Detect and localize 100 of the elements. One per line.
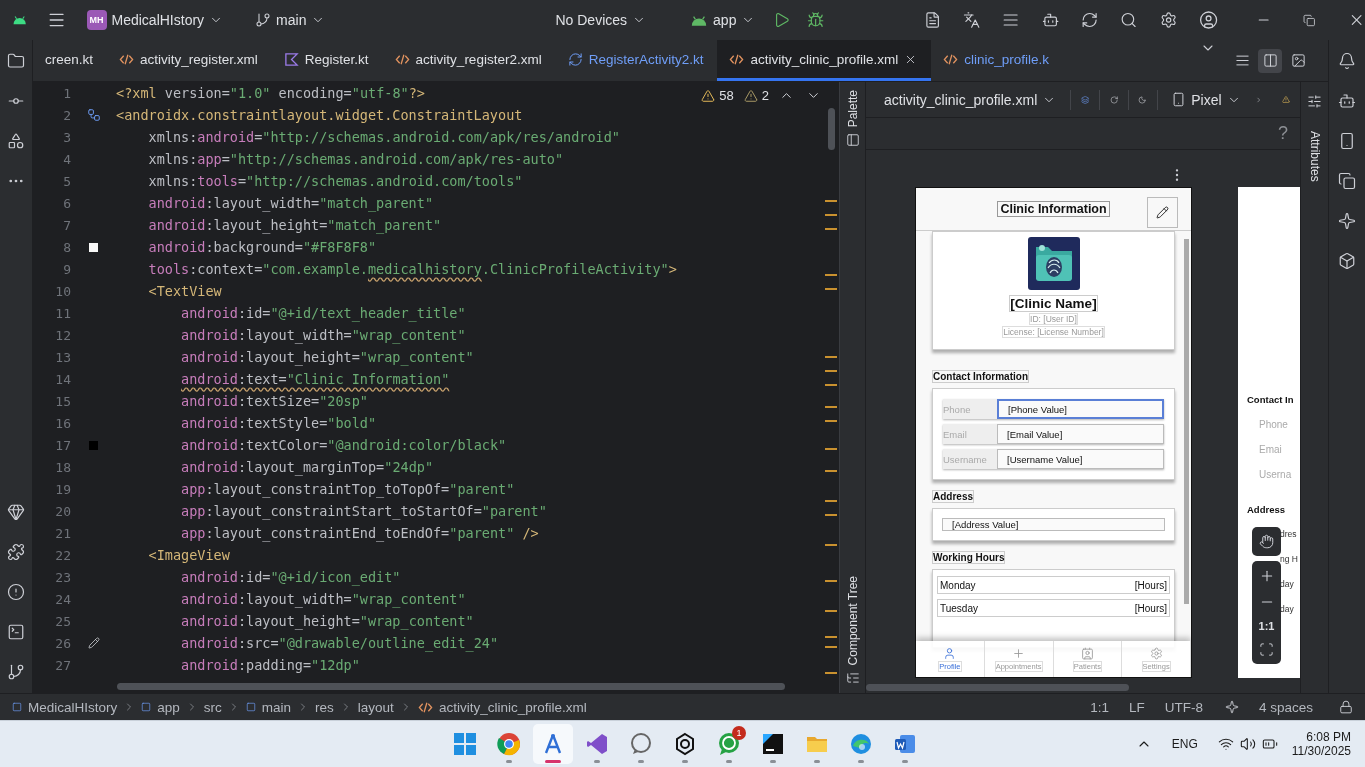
translate-icon[interactable] bbox=[963, 11, 981, 29]
line-number: 12 bbox=[54, 327, 71, 343]
view-mode-button[interactable] bbox=[1258, 48, 1282, 73]
breadcrumb[interactable]: src bbox=[203, 699, 222, 715]
run-icon[interactable] bbox=[773, 11, 791, 29]
project-selector[interactable]: MH MedicalHIstory bbox=[82, 6, 228, 34]
pencil-icon[interactable] bbox=[87, 637, 100, 649]
value-field[interactable]: [Username Value] bbox=[997, 449, 1164, 469]
sliders-icon[interactable] bbox=[1307, 94, 1322, 109]
line-number: 8 bbox=[62, 239, 71, 255]
bell-icon[interactable] bbox=[1338, 52, 1356, 70]
line-number: 27 bbox=[54, 657, 71, 673]
palette-icon bbox=[845, 133, 860, 148]
sparkle-icon[interactable] bbox=[1338, 212, 1356, 230]
class-file-icon bbox=[567, 51, 583, 67]
robot-icon[interactable] bbox=[1041, 11, 1059, 29]
zoom-reset-button[interactable]: 1:1 bbox=[1258, 620, 1275, 632]
search-icon[interactable] bbox=[1120, 11, 1138, 29]
device-selector[interactable]: Pixel bbox=[1167, 87, 1245, 112]
component-tree-tab[interactable]: Component Tree bbox=[845, 575, 860, 665]
clock[interactable]: 6:08 PM 11/30/2025 bbox=[1291, 730, 1351, 758]
day-label: Tuesday bbox=[940, 602, 978, 614]
puzzle-icon[interactable] bbox=[7, 543, 25, 561]
color-swatch[interactable] bbox=[89, 440, 98, 450]
terminal-icon[interactable] bbox=[7, 623, 25, 641]
structure-icon[interactable] bbox=[7, 132, 25, 150]
android-icon[interactable] bbox=[12, 14, 28, 26]
layout-file-selector[interactable]: activity_clinic_profile.xml bbox=[880, 87, 1061, 112]
palette-tab[interactable]: Palette bbox=[845, 90, 860, 128]
problems-icon[interactable] bbox=[7, 583, 25, 601]
code-line: android:textSize="20sp" bbox=[180, 393, 368, 409]
value-field[interactable]: [Email Value] bbox=[997, 424, 1164, 444]
restore-icon[interactable] bbox=[1303, 13, 1316, 27]
branch-selector[interactable]: main bbox=[251, 8, 330, 32]
battery-icon[interactable] bbox=[1261, 736, 1278, 752]
editor-tab[interactable]: activity_clinic_profile.xml bbox=[717, 40, 932, 81]
scrollbar-thumb[interactable] bbox=[866, 684, 1129, 691]
folder-fingerprint-icon bbox=[1027, 237, 1080, 290]
layout-class-icon[interactable] bbox=[86, 108, 101, 122]
help-button[interactable]: ? bbox=[1278, 123, 1288, 144]
taskbar-app-button[interactable]: 1 bbox=[709, 724, 749, 764]
gem-icon[interactable] bbox=[7, 503, 25, 521]
wifi-icon[interactable] bbox=[1217, 736, 1234, 752]
breadcrumb[interactable]: MedicalHIstory bbox=[28, 699, 118, 715]
field-label: Phone bbox=[943, 402, 972, 417]
device-icon[interactable] bbox=[1338, 132, 1356, 150]
folder-icon[interactable] bbox=[7, 52, 25, 70]
editor-tab[interactable]: clinic_profile.k bbox=[931, 40, 1064, 81]
breadcrumb[interactable]: res bbox=[315, 699, 334, 715]
document-icon[interactable] bbox=[923, 11, 942, 29]
device-selector[interactable]: No Devices bbox=[551, 8, 651, 32]
edit-button[interactable] bbox=[1147, 197, 1178, 228]
breadcrumb[interactable]: activity_clinic_profile.xml bbox=[438, 699, 587, 715]
lock-icon[interactable] bbox=[1339, 700, 1353, 714]
sync-icon[interactable] bbox=[1081, 11, 1099, 29]
settings-icon[interactable] bbox=[1159, 11, 1177, 29]
branch-icon[interactable] bbox=[7, 663, 25, 681]
warning-count[interactable]: 58 bbox=[719, 88, 734, 103]
editor-tab[interactable]: RegisterActivity2.kt bbox=[555, 40, 718, 81]
line-number: 1 bbox=[62, 85, 71, 101]
editor-tab[interactable]: creen.kt bbox=[33, 40, 108, 81]
day-label: Monday bbox=[940, 579, 976, 591]
cursor-position[interactable]: 1:1 bbox=[1090, 699, 1109, 715]
preview-text: Userna bbox=[1258, 468, 1292, 482]
value-field[interactable]: [Phone Value] bbox=[997, 399, 1164, 419]
section-title: Contact Information bbox=[932, 370, 1029, 383]
line-number: 19 bbox=[54, 481, 71, 497]
breadcrumb[interactable]: app bbox=[157, 699, 180, 715]
preview-text: Address bbox=[1247, 503, 1285, 517]
address-field[interactable]: [Address Value] bbox=[942, 518, 1165, 531]
breadcrumb[interactable]: layout bbox=[357, 699, 394, 715]
scrollbar-thumb[interactable] bbox=[117, 683, 785, 690]
list-icon[interactable] bbox=[1002, 11, 1020, 29]
section-title: Address bbox=[932, 490, 974, 503]
phone-preview[interactable] bbox=[915, 187, 1192, 678]
debug-icon[interactable] bbox=[806, 11, 824, 29]
indent-setting[interactable]: 4 spaces bbox=[1258, 699, 1313, 715]
user-id: ID: [User ID] bbox=[1029, 313, 1078, 325]
run-configuration-selector[interactable]: app bbox=[686, 8, 760, 32]
line-number: 24 bbox=[54, 591, 71, 607]
pan-button[interactable] bbox=[1252, 527, 1281, 556]
attributes-tab[interactable]: Attributes bbox=[1307, 131, 1322, 182]
file-encoding[interactable]: UTF-8 bbox=[1164, 699, 1203, 715]
scrollbar-thumb[interactable] bbox=[828, 108, 835, 150]
account-icon[interactable] bbox=[1198, 10, 1218, 30]
code-line: android:textStyle="bold" bbox=[180, 415, 377, 431]
sparkle-icon[interactable] bbox=[1224, 700, 1239, 714]
volume-icon[interactable] bbox=[1239, 736, 1256, 752]
editor-tab[interactable]: activity_register.xml bbox=[107, 40, 272, 81]
line-separator[interactable]: LF bbox=[1128, 699, 1145, 715]
editor-tab[interactable]: activity_register2.xml bbox=[382, 40, 556, 81]
swirl-icon bbox=[849, 732, 873, 756]
editor-tab[interactable]: Register.kt bbox=[271, 40, 383, 81]
input-language[interactable]: ENG bbox=[1171, 737, 1198, 751]
contact-card-icon bbox=[1080, 646, 1094, 660]
color-swatch[interactable] bbox=[89, 242, 98, 252]
devices-icon[interactable] bbox=[1338, 172, 1356, 190]
breadcrumb[interactable]: main bbox=[261, 699, 292, 715]
zoom-to-fit-icon[interactable] bbox=[1259, 642, 1274, 657]
weak-warning-count[interactable]: 2 bbox=[761, 88, 769, 103]
